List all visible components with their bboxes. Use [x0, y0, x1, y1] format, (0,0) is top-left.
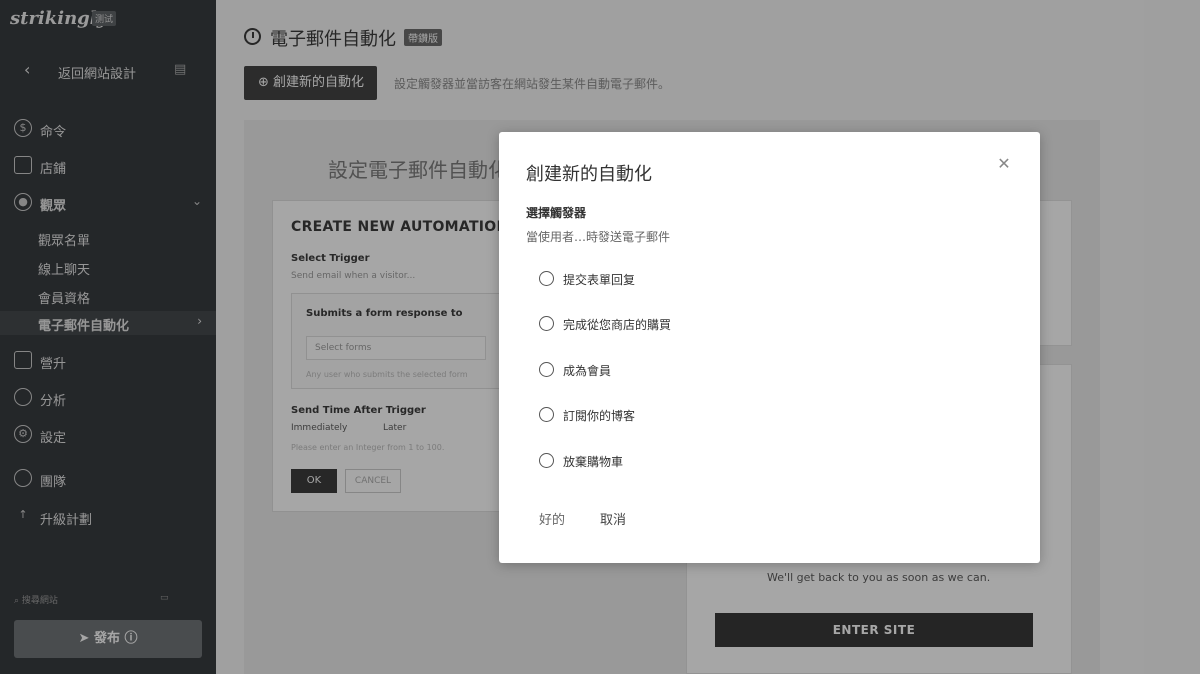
trigger-option-abandon-cart[interactable]: 放棄購物車 [539, 451, 839, 471]
trigger-option-label: 提交表單回复 [563, 273, 636, 287]
radio-button[interactable] [539, 316, 554, 331]
radio-button[interactable] [539, 271, 554, 286]
trigger-option-label: 完成從您商店的購買 [563, 318, 672, 332]
modal-cancel-button[interactable]: 取消 [600, 509, 626, 528]
trigger-option-form-response[interactable]: 提交表單回复 [539, 269, 839, 289]
trigger-option-subscribe-blog[interactable]: 訂閱你的博客 [539, 405, 839, 425]
radio-button[interactable] [539, 362, 554, 377]
modal-title: 創建新的自動化 [526, 164, 652, 185]
trigger-subheading: 當使用者…時發送電子郵件 [526, 230, 671, 244]
trigger-option-label: 放棄購物車 [563, 455, 624, 469]
trigger-option-become-member[interactable]: 成為會員 [539, 360, 839, 380]
radio-button[interactable] [539, 453, 554, 468]
trigger-option-label: 成為會員 [563, 364, 612, 378]
trigger-option-store-purchase[interactable]: 完成從您商店的購買 [539, 314, 839, 334]
create-automation-modal: 創建新的自動化 ✕ 選擇觸發器 當使用者…時發送電子郵件 提交表單回复 完成從您… [499, 132, 1040, 563]
close-icon[interactable]: ✕ [996, 156, 1012, 172]
radio-button[interactable] [539, 407, 554, 422]
trigger-option-label: 訂閱你的博客 [563, 409, 636, 423]
select-trigger-heading: 選擇觸發器 [526, 206, 587, 220]
modal-ok-button[interactable]: 好的 [539, 509, 565, 528]
